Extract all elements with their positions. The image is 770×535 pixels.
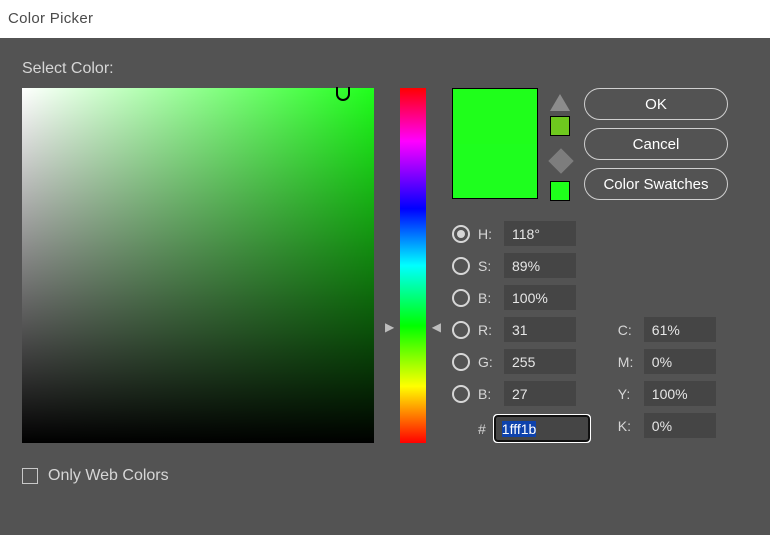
gamut-closest-swatch[interactable] xyxy=(550,116,570,136)
hue-radio[interactable] xyxy=(452,225,470,243)
new-color-swatch xyxy=(453,89,537,144)
blue-input[interactable] xyxy=(504,381,576,406)
hex-input[interactable] xyxy=(494,415,590,442)
web-colors-label: Only Web Colors xyxy=(48,467,169,485)
websafe-warning-icon[interactable] xyxy=(548,148,573,173)
red-label: R: xyxy=(478,322,496,338)
cyan-input[interactable] xyxy=(644,317,716,342)
cyan-label: C: xyxy=(618,322,636,338)
saturation-input[interactable] xyxy=(504,253,576,278)
black-label: K: xyxy=(618,418,636,434)
brightness-label: B: xyxy=(478,290,496,306)
websafe-closest-swatch[interactable] xyxy=(550,181,570,201)
cancel-button[interactable]: Cancel xyxy=(584,128,728,160)
hue-slider[interactable] xyxy=(400,88,426,443)
green-input[interactable] xyxy=(504,349,576,374)
hue-input[interactable] xyxy=(504,221,576,246)
color-preview xyxy=(452,88,538,199)
field-cursor-icon xyxy=(336,87,350,101)
blue-radio[interactable] xyxy=(452,385,470,403)
saturation-label: S: xyxy=(478,258,496,274)
red-input[interactable] xyxy=(504,317,576,342)
hue-label: H: xyxy=(478,226,496,242)
brightness-input[interactable] xyxy=(504,285,576,310)
yellow-input[interactable] xyxy=(644,381,716,406)
blue-label: B: xyxy=(478,386,496,402)
black-input[interactable] xyxy=(644,413,716,438)
saturation-radio[interactable] xyxy=(452,257,470,275)
magenta-input[interactable] xyxy=(644,349,716,374)
gamut-warning-icon[interactable] xyxy=(550,94,570,111)
yellow-label: Y: xyxy=(618,386,636,402)
ok-button[interactable]: OK xyxy=(584,88,728,120)
window-title: Color Picker xyxy=(0,0,770,38)
current-color-swatch[interactable] xyxy=(453,144,537,199)
brightness-radio[interactable] xyxy=(452,289,470,307)
saturation-brightness-field[interactable] xyxy=(22,88,374,443)
select-color-label: Select Color: xyxy=(22,60,748,78)
magenta-label: M: xyxy=(618,354,636,370)
color-picker-panel: Select Color: ▶◀ xyxy=(0,38,770,535)
color-swatches-button[interactable]: Color Swatches xyxy=(584,168,728,200)
green-label: G: xyxy=(478,354,496,370)
red-radio[interactable] xyxy=(452,321,470,339)
web-colors-checkbox[interactable] xyxy=(22,468,38,484)
green-radio[interactable] xyxy=(452,353,470,371)
hex-label: # xyxy=(478,421,486,437)
